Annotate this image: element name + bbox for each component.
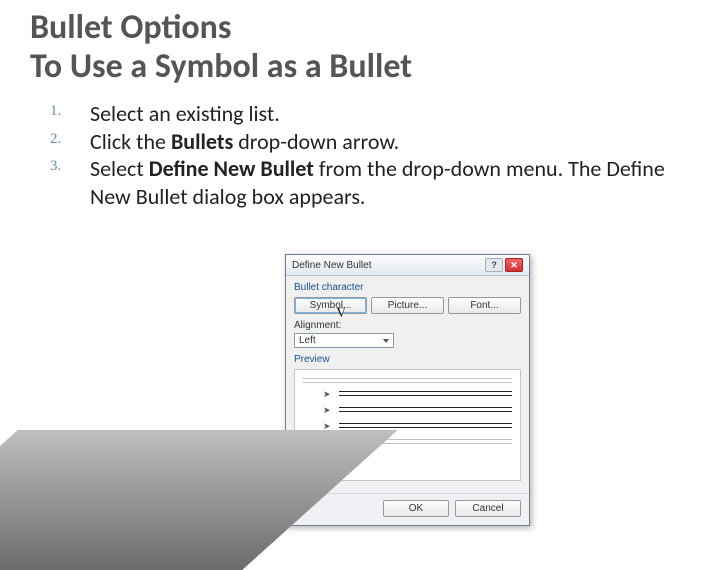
title-line-2: To Use a Symbol as a Bullet [30, 46, 412, 87]
cancel-button[interactable]: Cancel [455, 500, 521, 517]
ok-button[interactable]: OK [383, 500, 449, 517]
preview-text-line [339, 423, 512, 424]
chevron-down-icon [383, 339, 389, 343]
window-buttons: ? ✕ [485, 258, 523, 272]
close-button[interactable]: ✕ [505, 258, 523, 272]
alignment-value: Left [299, 335, 316, 346]
step-3-bold: Define New Bullet [149, 155, 314, 182]
numbered-list: Select an existing list. Click the Bulle… [50, 100, 680, 210]
preview-label: Preview [294, 354, 521, 365]
slide-body: Select an existing list. Click the Bulle… [0, 90, 720, 210]
font-button[interactable]: Font... [448, 297, 521, 314]
preview-text-line [339, 427, 512, 428]
dialog-titlebar[interactable]: Define New Bullet ? ✕ [286, 255, 529, 276]
preview-list-item: ➤ [323, 391, 512, 399]
title-line-1: Bullet Options [30, 7, 231, 48]
help-button[interactable]: ? [485, 258, 503, 272]
alignment-label: Alignment: [294, 320, 521, 331]
step-2-text-c: drop-down arrow. [233, 128, 399, 155]
preview-bullet-icon: ➤ [323, 406, 331, 415]
preview-grey-line [303, 378, 512, 379]
preview-text-line [339, 391, 512, 392]
step-1-text: Select an existing list. [90, 100, 280, 127]
preview-text-line [339, 407, 512, 408]
dialog-title: Define New Bullet [292, 260, 371, 271]
alignment-combo[interactable]: Left [294, 333, 394, 348]
bullet-character-buttons: Symbol... Picture... Font... [294, 297, 521, 314]
step-1: Select an existing list. [50, 100, 680, 128]
preview-text-line [339, 395, 512, 396]
preview-grey-line [303, 382, 512, 383]
picture-button[interactable]: Picture... [371, 297, 444, 314]
step-2-bold: Bullets [171, 128, 233, 155]
slide-title: Bullet Options To Use a Symbol as a Bull… [0, 0, 720, 90]
preview-list-item: ➤ [323, 407, 512, 415]
bullet-character-label: Bullet character [294, 282, 521, 293]
step-3: Select Define New Bullet from the drop-d… [50, 155, 680, 210]
step-2-text-a: Click the [90, 128, 171, 155]
step-2: Click the Bullets drop-down arrow. [50, 128, 680, 156]
preview-bullet-icon: ➤ [323, 390, 331, 399]
preview-text-line [339, 411, 512, 412]
step-3-text-a: Select [90, 155, 149, 182]
symbol-button[interactable]: Symbol... [294, 297, 367, 314]
